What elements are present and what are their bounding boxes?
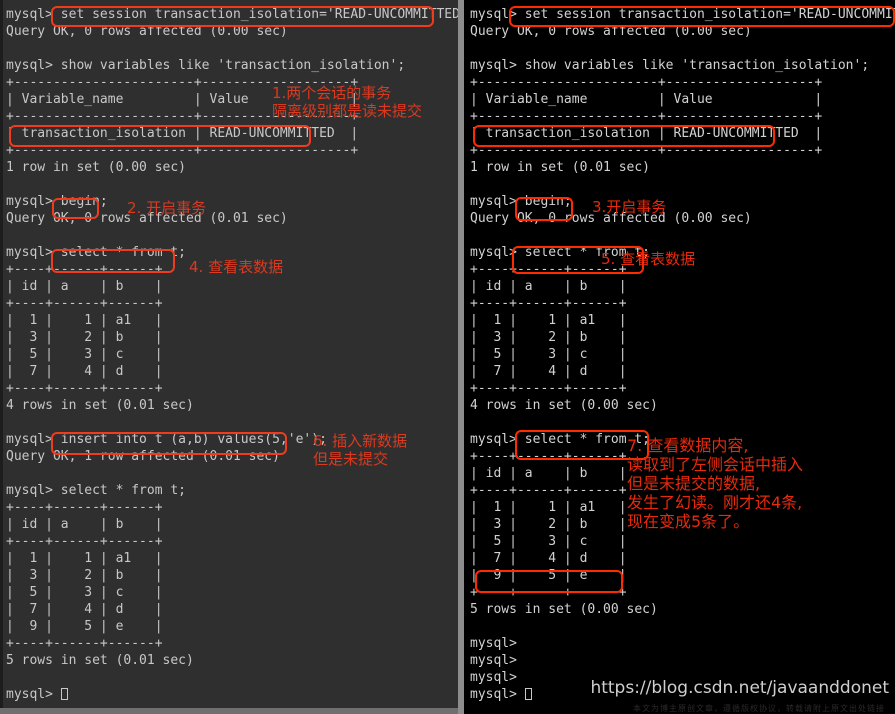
terminal-line: mysql> show variables like 'transaction_… [470,58,870,73]
terminal-line: | transaction_isolation | READ-UNCOMMITT… [6,126,359,141]
terminal-line: | 3 | 2 | b | [6,568,163,583]
terminal-line: Query OK, 0 rows affected (0.00 sec) [470,24,752,39]
cursor-block-icon [524,688,532,700]
annotation-5-view-table-data: 5. 查看表数据 [601,250,696,268]
terminal-line: | 5 | 3 | c | [6,347,163,362]
terminal-line: | 9 | 5 | e | [470,568,627,583]
terminal-line: +----+------+------+ [6,636,163,651]
terminal-line: | 5 | 3 | c | [470,534,627,549]
annotation-2-begin-transaction: 2. 开启事务 [127,199,207,217]
terminal-line: 4 rows in set (0.01 sec) [6,398,194,413]
terminal-line: +-----------------------+---------------… [6,143,359,158]
watermark-url: https://blog.csdn.net/javaanddonet [590,678,889,698]
annotation-3-begin-transaction: 3.开启事务 [592,198,667,216]
terminal-line: mysql> [470,636,525,651]
terminal-line: +-----------------------+---------------… [470,109,823,124]
terminal-line: mysql> [6,686,458,703]
terminal-line: mysql> begin; [6,194,108,209]
annotation-4-view-table-data: 4. 查看表数据 [189,258,284,276]
terminal-line: 5 rows in set (0.01 sec) [6,653,194,668]
terminal-line: mysql> set session transaction_isolation… [470,7,895,22]
cursor-block-icon [60,688,68,700]
terminal-line: mysql> show variables like 'transaction_… [6,58,406,73]
terminal-line: | 7 | 4 | d | [6,364,163,379]
left-panel-bottom-strip [0,708,458,714]
terminal-line: +----+------+------+ [6,296,163,311]
terminal-line: | transaction_isolation | READ-UNCOMMITT… [470,126,823,141]
terminal-line: +----+------+------+ [470,585,627,600]
terminal-line: | 5 | 3 | c | [470,347,627,362]
terminal-line: Query OK, 0 rows affected (0.00 sec) [470,211,752,226]
terminal-line: +-----------------------+---------------… [470,75,823,90]
terminal-line: | 7 | 4 | d | [6,602,163,617]
annotation-6-insert-uncommitted: 6. 插入新数据 但是未提交 [313,432,408,468]
terminal-line: +----+------+------+ [6,500,163,515]
terminal-line: | 3 | 2 | b | [6,330,163,345]
terminal-line: 5 rows in set (0.00 sec) [470,602,658,617]
terminal-line: | id | a | b | [470,279,627,294]
terminal-line: +----+------+------+ [6,381,163,396]
terminal-line: 4 rows in set (0.00 sec) [470,398,658,413]
terminal-line: mysql> set session transaction_isolation… [6,7,458,22]
terminal-line: | 7 | 4 | d | [470,551,627,566]
watermark-subtext: 本文为博主原创文章，遵循版权协议，转载请附上原文出处链接 [633,704,885,713]
terminal-line: Query OK, 0 rows affected (0.01 sec) [6,211,288,226]
terminal-line: | 1 | 1 | a1 | [6,551,163,566]
terminal-line: mysql> select * from t; [6,483,187,498]
terminal-line: | 5 | 3 | c | [6,585,163,600]
annotation-1-isolation-level: 1.两个会话的事务 隔离级别都是读未提交 [272,84,423,120]
terminal-line: | 7 | 4 | d | [470,364,627,379]
terminal-line: +----+------+------+ [6,534,163,549]
left-window-edge [0,0,3,714]
terminal-line: mysql> [470,653,525,668]
session-2-terminal-panel[interactable]: mysql> set session transaction_isolation… [464,0,895,714]
terminal-line: 1 row in set (0.00 sec) [6,160,187,175]
terminal-line: | id | a | b | [6,517,163,532]
terminal-line: | Variable_name | Value | [470,92,823,107]
terminal-line: 1 row in set (0.01 sec) [470,160,651,175]
terminal-line: mysql> begin; [470,194,572,209]
terminal-line: +----+------+------+ [470,296,627,311]
terminal-line: +-----------------------+---------------… [470,143,823,158]
terminal-line: | 1 | 1 | a1 | [6,313,163,328]
annotation-7-phantom-read: 7. 查看数据内容, 读取到了左侧会话中插入 但是未提交的数据, 发生了幻读。刚… [627,436,804,531]
session-2-terminal-output[interactable]: mysql> set session transaction_isolation… [470,6,895,703]
terminal-line: | 9 | 5 | e | [6,619,163,634]
terminal-line: | 1 | 1 | a1 | [470,313,627,328]
terminal-line: | 3 | 2 | b | [470,330,627,345]
terminal-line: Query OK, 0 rows affected (0.00 sec) [6,24,288,39]
terminal-line: +----+------+------+ [470,381,627,396]
session-1-terminal-panel[interactable]: mysql> set session transaction_isolation… [0,0,458,714]
screenshot-root: mysql> set session transaction_isolation… [0,0,895,714]
terminal-line: | id | a | b | [6,279,163,294]
